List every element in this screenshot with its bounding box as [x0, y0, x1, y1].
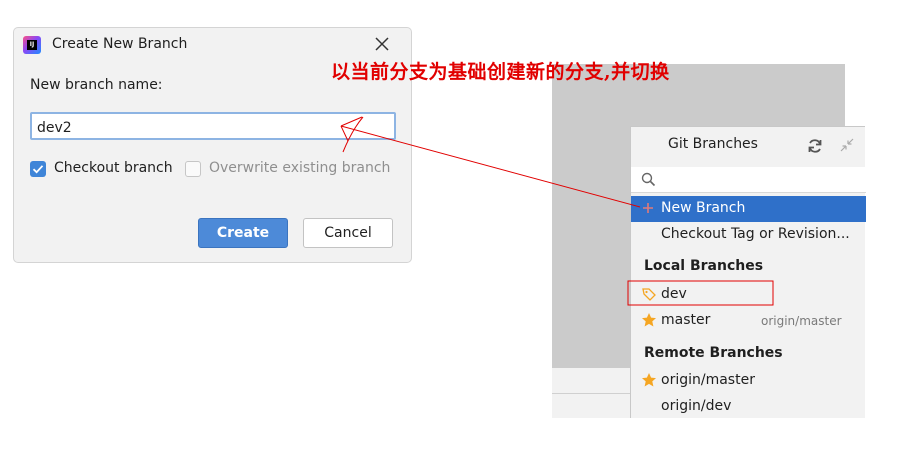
arrow-stroke [342, 116, 364, 153]
arrow-line [340, 125, 641, 208]
highlight-box [627, 280, 774, 306]
annotation-overlay [340, 116, 774, 306]
